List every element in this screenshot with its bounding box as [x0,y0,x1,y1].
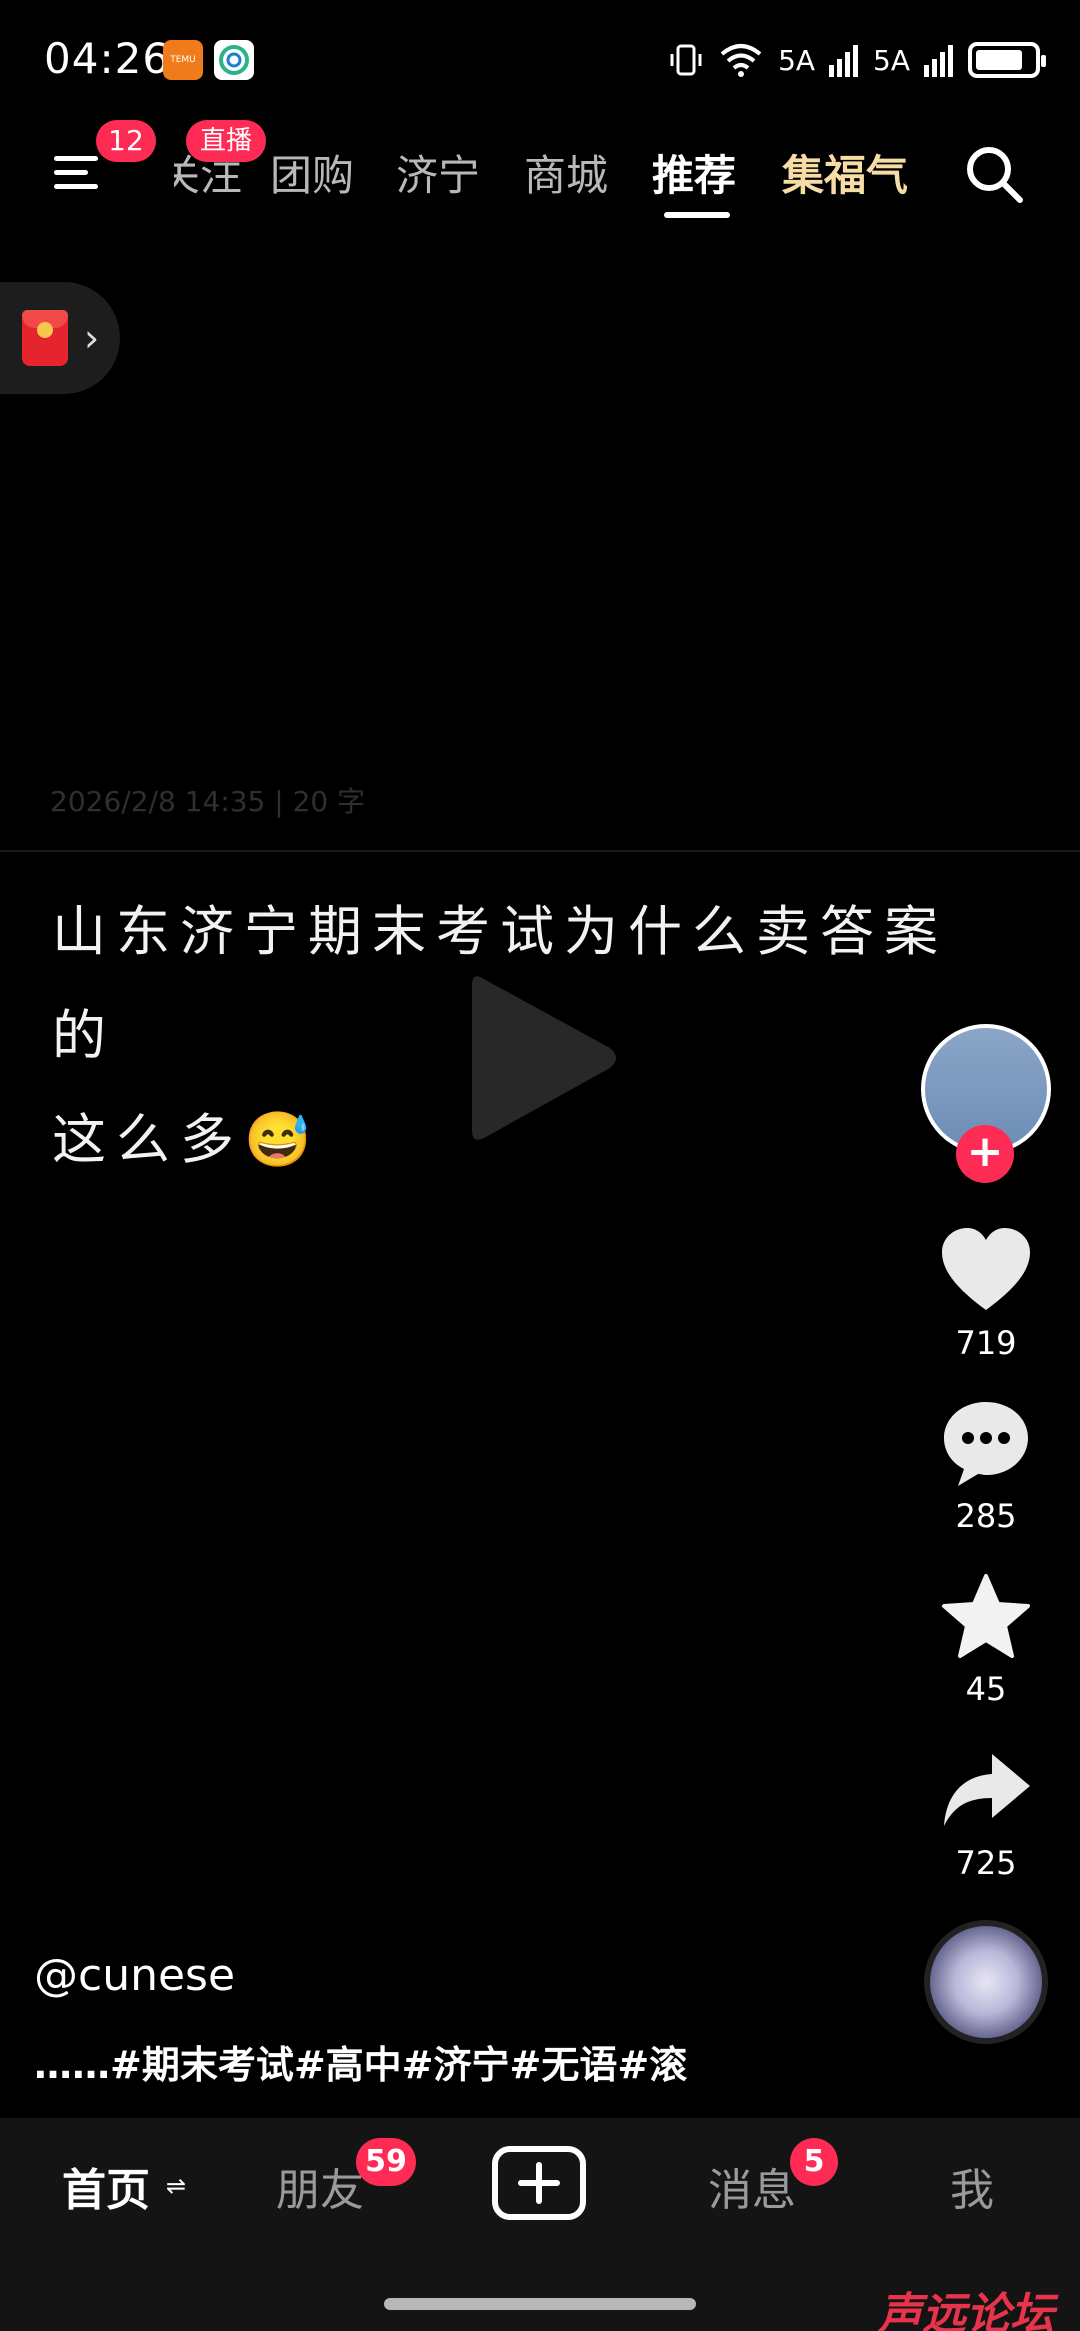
watermark-logo: 声远论坛 [878,2289,1054,2331]
tab-group-buy[interactable]: 团购 [270,142,354,203]
comment-icon[interactable] [940,1398,1032,1490]
like-heart-icon[interactable] [940,1226,1032,1318]
tab-collect-fortune[interactable]: 集福气 [782,142,908,203]
nav-home[interactable]: 首页 [62,2154,150,2218]
red-envelope-icon [22,310,68,366]
red-packet-widget[interactable]: › [0,282,120,394]
signal-label-2: 5A [873,43,910,77]
tab-local-jining[interactable]: 济宁 [396,142,480,203]
create-plus-button[interactable] [492,2146,586,2220]
clock: 04:26 [44,34,171,83]
divider [0,850,1080,852]
hashtags[interactable]: ……#期末考试#高中#济宁#无语#滚 [34,2034,687,2089]
wifi-icon [720,44,762,77]
comment-count: 285 [955,1497,1017,1535]
tab-mall[interactable]: 商城 [524,142,608,203]
like-count: 719 [955,1324,1017,1362]
post-meta: 2026/2/8 14:35 | 20 字 [50,785,366,818]
status-indicators: 5A 5A [668,42,1046,78]
china-mobile-icon [214,40,254,80]
friends-badge: 59 [356,2138,416,2186]
active-tab-indicator [664,212,730,218]
play-icon[interactable] [462,968,622,1148]
search-icon[interactable] [962,142,1026,206]
top-tab-bar: 12 关注 直播 团购 济宁 商城 推荐 集福气 [0,120,1080,230]
status-bar: 04:26 TEMU 5A 5A [0,0,1080,120]
live-badge: 直播 [186,120,266,162]
favorite-count: 45 [965,1670,1007,1708]
favorite-star-icon[interactable] [940,1572,1032,1664]
chevron-right-icon: › [84,316,100,360]
signal-bars-icon [924,45,953,77]
menu-button[interactable] [54,150,102,194]
switch-arrows-icon: ⇌ [166,2172,187,2200]
messages-badge: 5 [790,2138,838,2186]
author-handle[interactable]: @cunese [34,1950,235,2001]
music-disc-icon[interactable] [924,1920,1048,2044]
tab-recommend[interactable]: 推荐 [652,142,736,203]
nav-friends[interactable]: 朋友 [276,2154,364,2218]
nav-me[interactable]: 我 [950,2154,994,2218]
signal-bars-icon [829,45,859,77]
share-icon[interactable] [940,1746,1032,1838]
vibrate-icon [670,44,702,76]
nav-messages[interactable]: 消息 [708,2154,796,2218]
temu-icon: TEMU [163,40,203,80]
signal-label-1: 5A [778,43,816,77]
battery-icon [968,42,1046,78]
menu-badge: 12 [96,120,156,162]
share-count: 725 [955,1844,1017,1882]
home-indicator[interactable] [384,2298,696,2310]
follow-button[interactable]: + [956,1125,1014,1183]
